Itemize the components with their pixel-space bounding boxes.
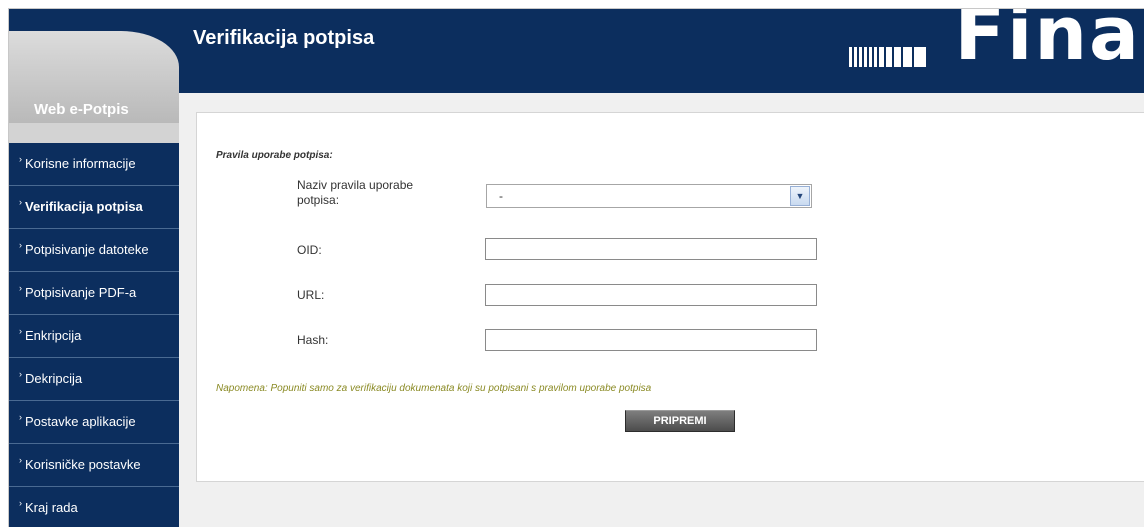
- sidebar-item-label: Dekripcija: [25, 371, 83, 386]
- sidebar-item-label: Enkripcija: [25, 328, 82, 343]
- section-label: Pravila uporabe potpisa:: [216, 150, 333, 161]
- url-input[interactable]: [485, 284, 817, 306]
- chevron-right-icon: ›: [19, 197, 22, 207]
- chevron-right-icon: ›: [19, 326, 22, 336]
- logo-wordmark: Fina: [954, 8, 1141, 77]
- sidebar-item-label: Postavke aplikacije: [25, 414, 136, 429]
- chevron-right-icon: ›: [19, 455, 22, 465]
- pripremi-button[interactable]: PRIPREMI: [625, 410, 735, 432]
- sidebar-item-enkripcija[interactable]: › Enkripcija: [9, 315, 179, 358]
- form-panel: Pravila uporabe potpisa: Naziv pravila u…: [196, 112, 1144, 482]
- sidebar-item-korisnicke-postavke[interactable]: › Korisničke postavke: [9, 444, 179, 487]
- sidebar-item-label: Verifikacija potpisa: [25, 199, 143, 214]
- url-label: URL:: [297, 288, 325, 302]
- sidebar-nav: › Korisne informacije › Verifikacija pot…: [9, 143, 179, 527]
- chevron-right-icon: ›: [19, 412, 22, 422]
- sidebar-item-label: Potpisivanje PDF-a: [25, 285, 137, 300]
- rule-name-selected-value: -: [499, 189, 503, 203]
- hash-input[interactable]: [485, 329, 817, 351]
- chevron-right-icon: ›: [19, 240, 22, 250]
- rule-name-select[interactable]: - ▼: [486, 184, 812, 208]
- chevron-down-icon[interactable]: ▼: [790, 186, 810, 206]
- sidebar-item-kraj-rada[interactable]: › Kraj rada: [9, 487, 179, 527]
- sidebar-item-postavke-aplikacije[interactable]: › Postavke aplikacije: [9, 401, 179, 444]
- app-frame: Verifikacija potpisa Fina Web e-Potpis ›…: [8, 8, 1144, 527]
- sidebar-item-label: Potpisivanje datoteke: [25, 242, 149, 257]
- form-note: Napomena: Popuniti samo za verifikaciju …: [216, 383, 652, 394]
- sidebar-item-potpisivanje-datoteke[interactable]: › Potpisivanje datoteke: [9, 229, 179, 272]
- hash-label: Hash:: [297, 333, 329, 347]
- chevron-right-icon: ›: [19, 154, 22, 164]
- app-brand: Web e-Potpis: [34, 101, 129, 118]
- chevron-right-icon: ›: [19, 369, 22, 379]
- sidebar-item-korisne-informacije[interactable]: › Korisne informacije: [9, 143, 179, 186]
- sidebar-item-verifikacija-potpisa[interactable]: › Verifikacija potpisa: [9, 186, 179, 229]
- oid-label: OID:: [297, 243, 322, 257]
- sidebar-item-label: Korisne informacije: [25, 156, 136, 171]
- chevron-right-icon: ›: [19, 283, 22, 293]
- rule-name-label: Naziv pravila uporabe potpisa:: [297, 178, 414, 207]
- sidebar-item-label: Kraj rada: [25, 500, 78, 515]
- sidebar-item-potpisivanje-pdf[interactable]: › Potpisivanje PDF-a: [9, 272, 179, 315]
- header-bar: Verifikacija potpisa Fina: [9, 9, 1144, 93]
- sidebar-item-dekripcija[interactable]: › Dekripcija: [9, 358, 179, 401]
- brand-tab: Web e-Potpis: [9, 31, 179, 123]
- fina-logo: Fina: [835, 8, 1144, 87]
- chevron-right-icon: ›: [19, 498, 22, 508]
- sidebar-spacer: [9, 123, 179, 143]
- oid-input[interactable]: [485, 238, 817, 260]
- page-title: Verifikacija potpisa: [193, 27, 375, 49]
- logo-barcode-icon: [849, 47, 926, 67]
- sidebar-item-label: Korisničke postavke: [25, 457, 141, 472]
